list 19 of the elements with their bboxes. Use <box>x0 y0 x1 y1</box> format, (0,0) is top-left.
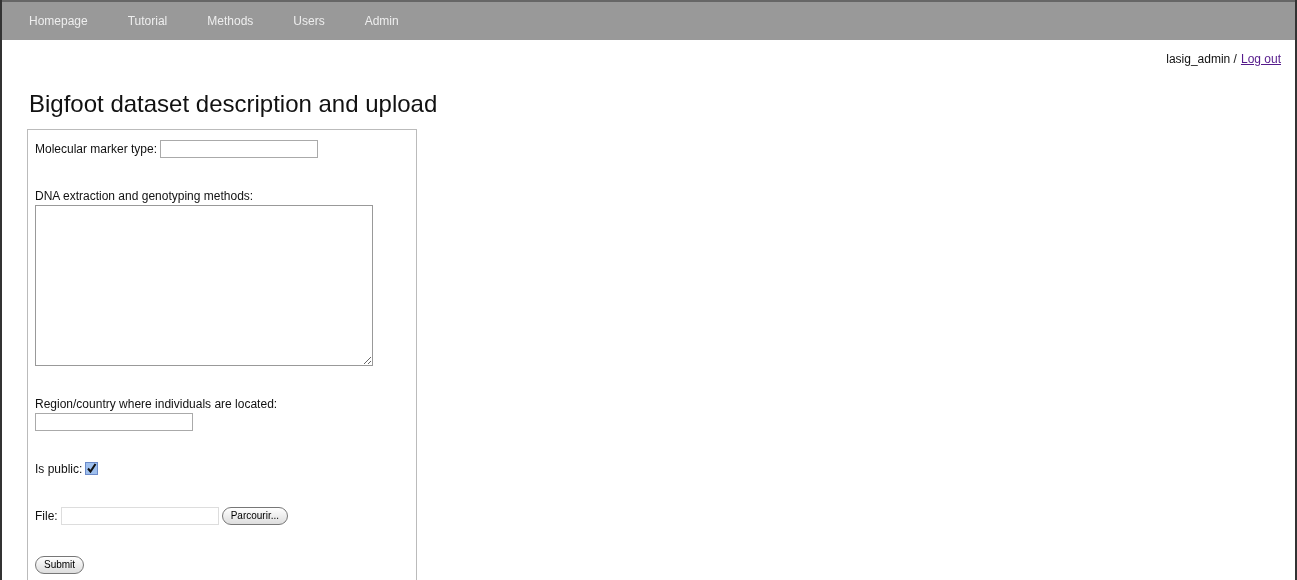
username: lasig_admin / <box>1166 52 1237 66</box>
nav-link[interactable]: Homepage <box>29 14 88 28</box>
field-label: Is public: <box>35 461 83 476</box>
field-label: Molecular marker type: <box>35 141 158 156</box>
nav-link[interactable]: Methods <box>207 14 254 28</box>
checkbox[interactable] <box>85 462 99 476</box>
browse-button[interactable]: Parcourir... <box>221 506 289 525</box>
file-field[interactable] <box>60 506 219 525</box>
input-field[interactable] <box>35 412 193 431</box>
submit-button[interactable]: Submit <box>35 555 85 574</box>
field-label: File: <box>35 508 58 523</box>
page-title: Bigfoot dataset description and upload <box>29 90 439 119</box>
nav-link[interactable]: Users <box>293 14 325 28</box>
field-label: Region/country where individuals are located: <box>35 396 278 411</box>
nav-link[interactable]: Tutorial <box>127 14 168 28</box>
input-field[interactable] <box>160 139 319 158</box>
logout-link[interactable]: Log out <box>1240 52 1281 66</box>
nav-link[interactable]: Admin <box>364 14 399 28</box>
field-label: DNA extraction and genotyping methods: <box>35 188 254 203</box>
